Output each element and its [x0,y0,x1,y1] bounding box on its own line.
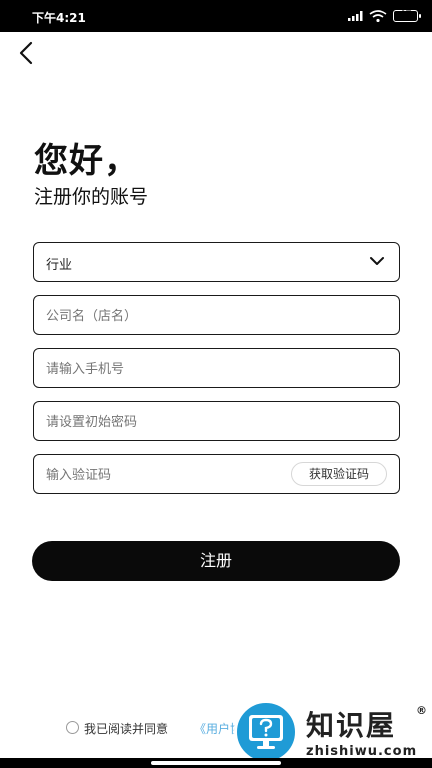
verification-code-field[interactable]: 获取验证码 [33,454,400,494]
company-name-input[interactable] [34,296,399,334]
wifi-icon [369,10,387,22]
agreement-radio[interactable] [66,721,79,734]
home-indicator[interactable] [151,761,281,765]
register-button[interactable]: 注册 [32,541,400,581]
company-name-field[interactable] [33,295,400,335]
verification-code-input[interactable] [34,455,284,493]
get-code-button[interactable]: 获取验证码 [291,462,387,486]
status-bar: 下午4:21 47 [0,0,432,32]
greeting-title: 您好， [34,141,139,181]
home-indicator-bar [0,758,432,768]
watermark-badge [234,700,298,764]
industry-select[interactable]: 行业 [33,242,400,282]
signal-icon [348,11,363,21]
battery-level: 47 [399,10,412,20]
status-time: 下午4:21 [32,11,86,25]
watermark-registered: ® [416,704,427,717]
question-monitor-icon [249,715,283,749]
phone-input[interactable] [34,349,399,387]
chevron-down-icon [370,257,384,265]
password-input[interactable] [34,402,399,440]
industry-placeholder: 行业 [46,258,73,273]
phone-field[interactable] [33,348,400,388]
register-subtitle: 注册你的账号 [34,186,149,208]
password-field[interactable] [33,401,400,441]
watermark-title: 知识屋 [306,709,397,742]
chevron-left-icon[interactable] [14,40,40,66]
watermark-url: zhishiwu.com [306,744,418,759]
agreement-text: 我已阅读并同意 [84,722,169,736]
battery-icon: 47 [393,10,421,22]
